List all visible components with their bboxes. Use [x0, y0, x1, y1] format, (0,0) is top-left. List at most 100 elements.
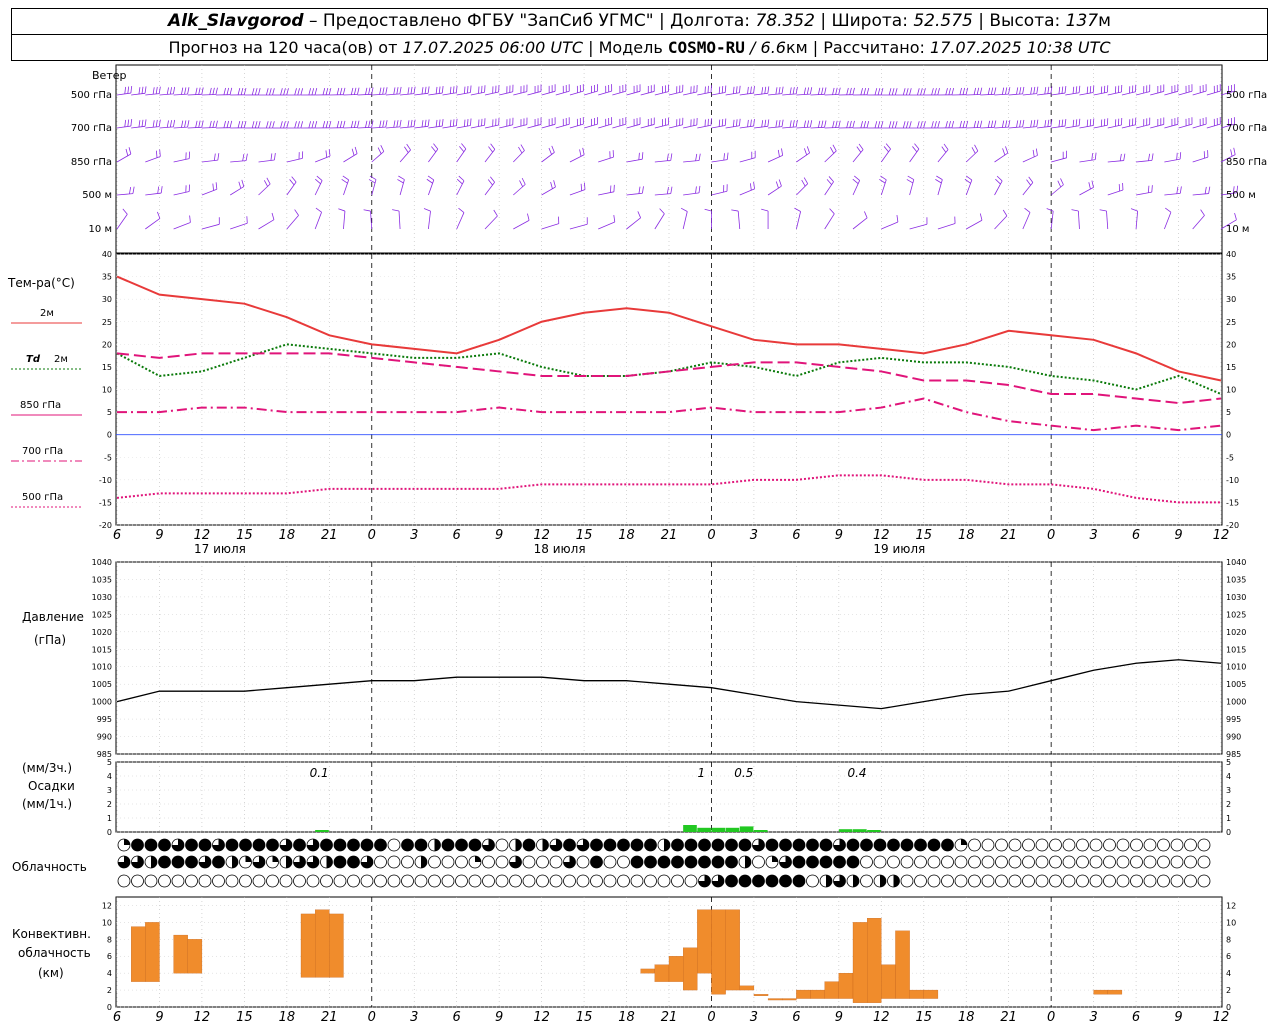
wind-barb-feather: [832, 87, 835, 95]
wind-barb-feather: [832, 144, 837, 152]
cloud-fill-full: [523, 839, 535, 851]
wind-barb-feather: [130, 119, 133, 127]
wind-barb-shaft: [852, 180, 861, 196]
wind-barb: [484, 117, 500, 129]
cloud-circle: [1076, 838, 1089, 852]
hour-label: 3: [1089, 528, 1097, 543]
temp-ytick-left: -5: [104, 453, 112, 462]
wind-barb-feather: [1016, 87, 1019, 95]
cloud-circle: [131, 874, 144, 888]
wind-barb-shaft: [187, 126, 202, 129]
wind-barb-feather: [979, 87, 983, 95]
cloud-circle: [995, 855, 1008, 869]
wind-barb-feather: [201, 87, 204, 95]
cloud-fill-part: [272, 856, 279, 862]
cloud-symbol: [1022, 838, 1035, 852]
wind-barb-feather: [519, 180, 523, 187]
wind-barb-feather: [438, 86, 441, 94]
cloud-symbol: [846, 874, 860, 888]
cloud-symbol: [131, 838, 144, 852]
cloud-symbol: [455, 838, 468, 852]
conv-bar: [852, 922, 868, 1003]
wind-barb-shaft: [782, 93, 797, 96]
wind-barb-feather: [314, 121, 318, 129]
wind-barb-feather: [314, 88, 318, 96]
wind-barb-feather: [398, 175, 405, 180]
wind-barb: [230, 87, 247, 96]
wind-barb-feather: [441, 119, 444, 127]
wind-barb-feather: [1119, 153, 1122, 161]
wind-barb: [569, 182, 586, 196]
cloud-symbol: [603, 855, 617, 869]
temp-ytick-left: 20: [102, 340, 112, 349]
cloud-symbol: [779, 838, 792, 852]
wind-barb-feather: [1019, 120, 1022, 128]
wind-barb-feather: [339, 87, 343, 95]
wind-barb-shaft: [994, 180, 1003, 196]
cloud-circle: [536, 855, 549, 869]
wind-barb: [541, 117, 556, 129]
wind-barb-feather: [849, 87, 852, 95]
conv-ytick-left: 10: [102, 918, 112, 927]
precip-unit-1h: (мм/1ч.): [22, 797, 72, 811]
wind-level-label-right: 700 гПа: [1226, 123, 1267, 134]
wind-barb-feather: [144, 86, 147, 94]
cloud-fill-full: [644, 856, 657, 868]
wind-barb-shaft: [965, 150, 979, 163]
cloud-symbol: [1062, 874, 1076, 888]
wind-barb-feather: [270, 153, 273, 161]
wind-barb-feather: [801, 179, 806, 187]
cloud-fill-full: [253, 839, 265, 851]
wind-barb-shaft: [598, 90, 612, 96]
wind-barb: [761, 208, 769, 230]
wind-barb: [145, 149, 161, 163]
cloud-circle: [1035, 855, 1049, 869]
wind-barb-feather: [936, 175, 943, 180]
precip-bar: [838, 829, 853, 832]
wind-barb: [371, 87, 388, 96]
wind-barb-shaft: [980, 126, 995, 129]
wind-barb-feather: [455, 85, 458, 93]
cloud-symbol: [630, 874, 644, 888]
wind-barb-shaft: [1121, 124, 1136, 129]
wind-barb-feather: [1123, 153, 1126, 161]
wind-barb-shaft: [881, 221, 899, 230]
wind-barb-shaft: [314, 212, 322, 230]
wind-barb-feather: [254, 88, 258, 96]
cloud-symbol: [657, 874, 671, 888]
wind-barb: [569, 217, 588, 230]
wind-barb-feather: [274, 152, 276, 161]
wind-barb-feather: [747, 119, 749, 127]
cloud-symbol: [887, 874, 900, 888]
wind-barb-feather: [157, 211, 161, 219]
conv-bar: [668, 956, 684, 982]
cloud-circle: [1157, 874, 1170, 888]
wind-barb-shaft: [357, 126, 372, 129]
cloud-symbol: [495, 838, 509, 852]
wind-barb-feather: [1165, 207, 1172, 213]
wind-barb-shaft: [1079, 92, 1094, 96]
wind-barb-shaft: [1051, 125, 1066, 129]
cloud-fill-part: [853, 875, 859, 887]
cloud-fill-full: [725, 839, 738, 851]
wind-barb-feather: [325, 87, 329, 95]
hour-label: 18: [618, 528, 635, 543]
wind-barb-shaft: [782, 126, 797, 129]
wind-barb: [414, 119, 430, 129]
wind-barb-feather: [1047, 119, 1050, 127]
wind-barb: [456, 207, 465, 230]
cloud-symbol: [860, 838, 873, 852]
wind-barb: [810, 120, 827, 129]
cloud-fill-part: [434, 839, 441, 851]
cloud-circle: [1049, 838, 1062, 852]
wind-barb-feather: [427, 86, 430, 94]
wind-barb-feather: [1028, 176, 1034, 183]
cloud-symbol: [360, 874, 374, 888]
hour-label-bottom: 12: [194, 1010, 211, 1024]
wind-barb-feather: [821, 120, 824, 128]
wind-barb: [131, 86, 147, 96]
wind-barb: [966, 87, 983, 96]
cloud-circle: [1157, 855, 1170, 869]
cloud-symbol: [576, 838, 590, 852]
wind-barb-feather: [864, 211, 868, 219]
